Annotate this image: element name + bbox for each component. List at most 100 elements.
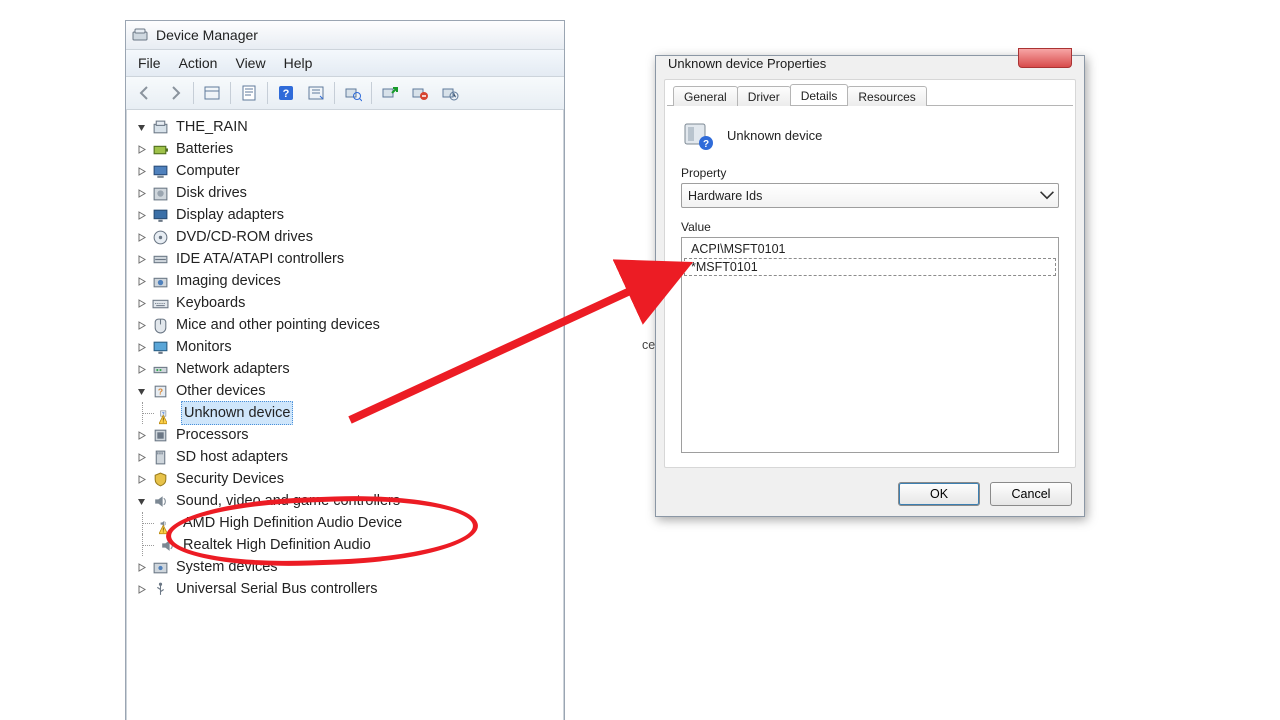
- tab-details[interactable]: Details: [790, 84, 849, 105]
- expand-collapse-icon[interactable]: [136, 232, 147, 243]
- toolbar-update-driver-button[interactable]: [375, 78, 405, 108]
- expand-collapse-icon[interactable]: [136, 166, 147, 177]
- toolbar-disable-button[interactable]: [435, 78, 465, 108]
- dropdown-arrow-icon: [1039, 187, 1055, 203]
- monitor-icon: [152, 339, 169, 356]
- toolbar-show-hidden-button[interactable]: [197, 78, 227, 108]
- expand-collapse-icon[interactable]: [136, 584, 147, 595]
- expand-collapse-icon[interactable]: [136, 144, 147, 155]
- other-icon: ?: [152, 383, 169, 400]
- tree-category[interactable]: Mice and other pointing devices: [136, 314, 562, 336]
- tree-category[interactable]: Security Devices: [136, 468, 562, 490]
- computer-root-icon: [152, 119, 169, 136]
- tree-category[interactable]: Universal Serial Bus controllers: [136, 578, 562, 600]
- device-tree[interactable]: THE_RAINBatteriesComputerDisk drivesDisp…: [126, 110, 564, 720]
- toolbar-separator: [334, 82, 335, 104]
- toolbar-separator: [193, 82, 194, 104]
- device-manager-icon: [132, 27, 148, 43]
- mouse-icon: [152, 317, 169, 334]
- cancel-button[interactable]: Cancel: [990, 482, 1072, 506]
- tree-category[interactable]: Network adapters: [136, 358, 562, 380]
- tree-category-label: Security Devices: [174, 468, 286, 490]
- tree-device-label: AMD High Definition Audio Device: [181, 512, 404, 534]
- tab-driver[interactable]: Driver: [737, 86, 791, 106]
- property-combobox[interactable]: Hardware Ids: [681, 183, 1059, 208]
- toolbar-scan-hardware-button[interactable]: [338, 78, 368, 108]
- menubar: File Action View Help: [126, 50, 564, 77]
- tree-category[interactable]: Processors: [136, 424, 562, 446]
- expand-collapse-icon[interactable]: [136, 430, 147, 441]
- menu-file[interactable]: File: [138, 55, 161, 71]
- expand-collapse-icon[interactable]: [136, 210, 147, 221]
- sound-icon: [159, 537, 176, 554]
- expand-collapse-icon[interactable]: [136, 364, 147, 375]
- tree-device[interactable]: AMD High Definition Audio Device: [136, 512, 562, 534]
- toolbar-forward-button[interactable]: [160, 78, 190, 108]
- tree-category[interactable]: Sound, video and game controllers: [136, 490, 562, 512]
- tree-connector: [136, 402, 154, 424]
- device-properties-dialog: Unknown device Properties General Driver…: [655, 55, 1085, 517]
- expand-collapse-icon[interactable]: [136, 562, 147, 573]
- tree-category[interactable]: DVD/CD-ROM drives: [136, 226, 562, 248]
- expand-collapse-icon[interactable]: [136, 122, 147, 133]
- tree-category-label: Computer: [174, 160, 242, 182]
- tree-category-label: Processors: [174, 424, 251, 446]
- ide-icon: [152, 251, 169, 268]
- menu-action[interactable]: Action: [179, 55, 218, 71]
- toolbar-back-button[interactable]: [130, 78, 160, 108]
- ok-button[interactable]: OK: [898, 482, 980, 506]
- tree-category[interactable]: Monitors: [136, 336, 562, 358]
- tree-root[interactable]: THE_RAIN: [136, 116, 562, 138]
- disc-icon: [152, 229, 169, 246]
- toolbar-uninstall-button[interactable]: [405, 78, 435, 108]
- hardware-id-value[interactable]: ACPI\MSFT0101: [684, 240, 1056, 258]
- expand-collapse-icon[interactable]: [136, 276, 147, 287]
- expand-collapse-icon[interactable]: [136, 188, 147, 199]
- battery-icon: [152, 141, 169, 158]
- toolbar-separator: [230, 82, 231, 104]
- imaging-icon: [152, 273, 169, 290]
- expand-collapse-icon[interactable]: [136, 496, 147, 507]
- value-listbox[interactable]: ACPI\MSFT0101*MSFT0101: [681, 237, 1059, 453]
- tab-resources[interactable]: Resources: [847, 86, 926, 106]
- tree-category[interactable]: ?Other devices: [136, 380, 562, 402]
- tree-category-label: IDE ATA/ATAPI controllers: [174, 248, 346, 270]
- device-manager-titlebar[interactable]: Device Manager: [126, 21, 564, 50]
- display-icon: [152, 207, 169, 224]
- tree-category[interactable]: IDE ATA/ATAPI controllers: [136, 248, 562, 270]
- svg-text:?: ?: [158, 386, 163, 396]
- tree-category[interactable]: Batteries: [136, 138, 562, 160]
- tree-category[interactable]: Disk drives: [136, 182, 562, 204]
- svg-text:?: ?: [703, 139, 709, 150]
- expand-collapse-icon[interactable]: [136, 342, 147, 353]
- tree-device-label: Realtek High Definition Audio: [181, 534, 373, 556]
- expand-collapse-icon[interactable]: [136, 474, 147, 485]
- expand-collapse-icon[interactable]: [136, 298, 147, 309]
- expand-collapse-icon[interactable]: [136, 320, 147, 331]
- tree-category[interactable]: SD host adapters: [136, 446, 562, 468]
- toolbar-properties-button[interactable]: [234, 78, 264, 108]
- toolbar-scan-button[interactable]: [301, 78, 331, 108]
- tree-device[interactable]: ?Unknown device: [136, 402, 562, 424]
- menu-help[interactable]: Help: [284, 55, 313, 71]
- expand-collapse-icon[interactable]: [136, 254, 147, 265]
- menu-view[interactable]: View: [235, 55, 265, 71]
- tree-category[interactable]: Display adapters: [136, 204, 562, 226]
- toolbar-help-button[interactable]: ?: [271, 78, 301, 108]
- tree-category[interactable]: Imaging devices: [136, 270, 562, 292]
- network-icon: [152, 361, 169, 378]
- tree-device[interactable]: Realtek High Definition Audio: [136, 534, 562, 556]
- tree-root-label: THE_RAIN: [174, 116, 250, 138]
- svg-text:?: ?: [283, 88, 290, 100]
- tree-category-label: Universal Serial Bus controllers: [174, 578, 379, 600]
- tree-category[interactable]: Computer: [136, 160, 562, 182]
- tab-general[interactable]: General: [673, 86, 738, 106]
- tree-category[interactable]: System devices: [136, 556, 562, 578]
- hardware-id-value[interactable]: *MSFT0101: [684, 258, 1056, 276]
- expand-collapse-icon[interactable]: [136, 386, 147, 397]
- expand-collapse-icon[interactable]: [136, 452, 147, 463]
- sound-icon: [159, 515, 176, 532]
- sound-icon: [152, 493, 169, 510]
- dialog-close-button[interactable]: [1018, 48, 1072, 68]
- tree-category[interactable]: Keyboards: [136, 292, 562, 314]
